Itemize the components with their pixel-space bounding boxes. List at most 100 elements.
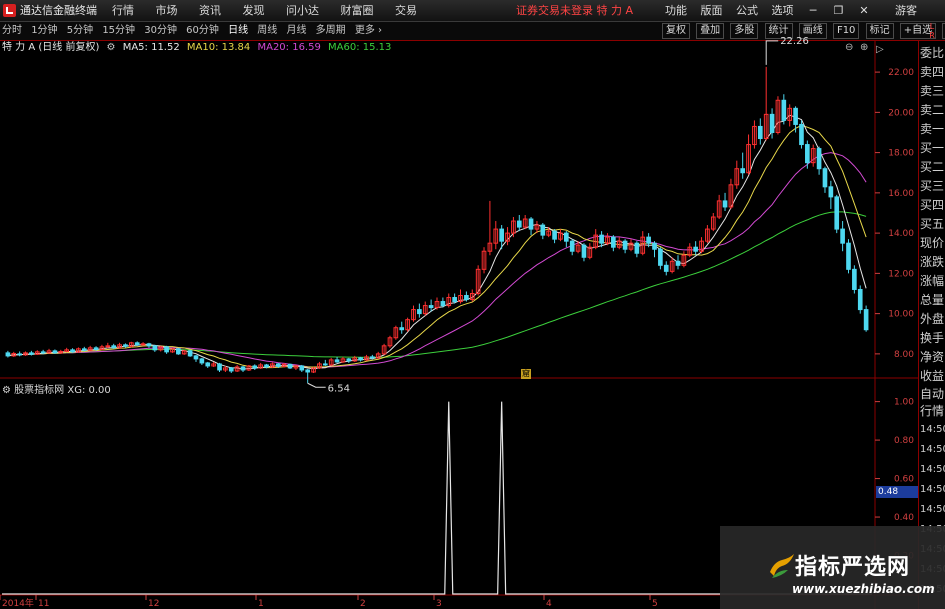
indicator-name: 股票指标网 bbox=[14, 385, 65, 396]
candle-down bbox=[440, 301, 446, 307]
low-pointer bbox=[307, 382, 326, 388]
ma60-line bbox=[7, 211, 867, 358]
right-panel-item[interactable]: 卖二 bbox=[920, 103, 944, 117]
y-tick-label: 14.00 bbox=[888, 229, 914, 239]
ma10-line bbox=[7, 124, 867, 369]
candle-down bbox=[740, 168, 745, 174]
candle-down bbox=[528, 218, 534, 230]
right-panel-item[interactable]: 外盘 bbox=[920, 312, 944, 326]
candle-down bbox=[299, 365, 305, 371]
y-tick-label: 18.00 bbox=[888, 149, 914, 159]
candle-down bbox=[452, 297, 457, 303]
kline-chart[interactable]: 22.00 20.00 18.00 16.00 14.00 12.00 10.00 8.00 1… bbox=[0, 0, 945, 609]
indicator-settings-icon[interactable]: ⚙ bbox=[2, 385, 11, 396]
x-tick-label: 1 bbox=[258, 599, 264, 609]
candle-down bbox=[428, 305, 434, 309]
candle-down bbox=[5, 352, 11, 357]
candle-down bbox=[663, 264, 669, 272]
x-tick-label: 2014年 bbox=[2, 597, 34, 609]
x-tick-label: 12 bbox=[148, 599, 159, 609]
candle-down bbox=[634, 242, 640, 254]
candle-down bbox=[516, 220, 522, 228]
candle-down bbox=[793, 107, 798, 125]
y-tick-label: 10.00 bbox=[888, 310, 914, 320]
right-panel-item[interactable]: 换手 bbox=[920, 331, 944, 345]
right-panel-item[interactable]: 卖三 bbox=[920, 84, 944, 98]
right-panel-item[interactable]: 行情 bbox=[920, 404, 944, 418]
candle-down bbox=[228, 367, 234, 372]
candle-down bbox=[217, 363, 222, 371]
candle-down bbox=[52, 350, 58, 354]
right-panel-item[interactable]: 涨跌 bbox=[920, 255, 944, 269]
x-tick-label: 4 bbox=[546, 599, 552, 609]
candle-down bbox=[652, 242, 657, 250]
right-panel-item[interactable]: 买二 bbox=[920, 160, 944, 174]
candle-down bbox=[857, 288, 863, 311]
tick-time: 14:50 bbox=[920, 504, 945, 515]
candle-down bbox=[164, 346, 169, 353]
current-value-box: 0.48 bbox=[876, 486, 918, 498]
right-panel-item[interactable]: 现价 bbox=[920, 236, 944, 250]
candle-down bbox=[199, 358, 205, 364]
candle-down bbox=[781, 99, 787, 121]
candle-down bbox=[40, 351, 46, 354]
candle-down bbox=[205, 362, 211, 367]
chart-grid: 22.00 20.00 18.00 16.00 14.00 12.00 10.00 8.00 1… bbox=[0, 41, 918, 609]
candle-down bbox=[70, 349, 75, 353]
candle-down bbox=[275, 363, 281, 367]
candle-down bbox=[846, 242, 851, 270]
candle-down bbox=[863, 309, 869, 331]
candle-down bbox=[622, 240, 628, 250]
low-price-label: 6.54 bbox=[328, 383, 350, 394]
right-panel-item[interactable]: 涨幅 bbox=[920, 274, 944, 288]
chart-annotations: 22.26 6.54 bbox=[307, 36, 809, 394]
watermark-url: www.xuezhibiao.com bbox=[792, 582, 935, 596]
right-panel-item[interactable]: 买一 bbox=[920, 141, 944, 155]
candle-down bbox=[816, 148, 822, 170]
right-panel-item[interactable]: 买四 bbox=[920, 198, 944, 212]
candle-down bbox=[834, 196, 840, 230]
candle-down bbox=[111, 345, 117, 349]
y-tick-label: 12.00 bbox=[888, 269, 914, 279]
right-panel-item[interactable]: 买五 bbox=[920, 217, 944, 231]
y-tick-label: 22.00 bbox=[888, 68, 914, 78]
candlestick-series bbox=[5, 66, 869, 384]
candle-down bbox=[322, 363, 328, 366]
candle-down bbox=[305, 369, 310, 373]
x-tick-label: 3 bbox=[436, 599, 442, 609]
right-panel-item[interactable]: 总量 bbox=[920, 293, 944, 307]
candle-down bbox=[722, 200, 728, 208]
right-panel-item[interactable]: 净资 bbox=[920, 350, 944, 364]
y-tick-label: 20.00 bbox=[888, 108, 914, 118]
candle-down bbox=[464, 295, 469, 301]
candle-down bbox=[540, 224, 546, 236]
candle-down bbox=[334, 359, 340, 363]
candle-down bbox=[123, 344, 128, 347]
candle-down bbox=[240, 366, 246, 371]
candle-down bbox=[93, 347, 99, 350]
right-panel-item[interactable]: 自动 bbox=[920, 387, 944, 401]
right-panel-item[interactable]: 收益 bbox=[920, 369, 944, 383]
x-tick-label: 2 bbox=[360, 599, 366, 609]
right-panel-item[interactable]: 卖四 bbox=[920, 65, 944, 79]
candle-down bbox=[646, 236, 651, 244]
candle-down bbox=[17, 353, 22, 356]
right-panel-item[interactable]: 委比 bbox=[920, 46, 944, 60]
high-price-label: 22.26 bbox=[780, 36, 809, 47]
indicator-value: XG: 0.00 bbox=[67, 385, 111, 396]
candle-down bbox=[569, 240, 575, 252]
right-panel-item[interactable]: 卖一 bbox=[920, 122, 944, 136]
sub-y-tick-label: 0.40 bbox=[894, 513, 914, 523]
candle-down bbox=[399, 327, 405, 331]
candle-down bbox=[176, 348, 181, 355]
candle-down bbox=[152, 345, 158, 351]
candle-down bbox=[193, 355, 199, 360]
right-panel-item[interactable]: 买三 bbox=[920, 179, 944, 193]
tick-time: 14:50 bbox=[920, 444, 945, 455]
watermark-logo-icon bbox=[770, 554, 794, 578]
candle-down bbox=[769, 113, 775, 133]
info-mine-marker[interactable]: 窟 bbox=[521, 369, 531, 379]
candle-down bbox=[146, 343, 152, 347]
candle-down bbox=[358, 357, 363, 361]
x-tick-label: 5 bbox=[652, 599, 658, 609]
